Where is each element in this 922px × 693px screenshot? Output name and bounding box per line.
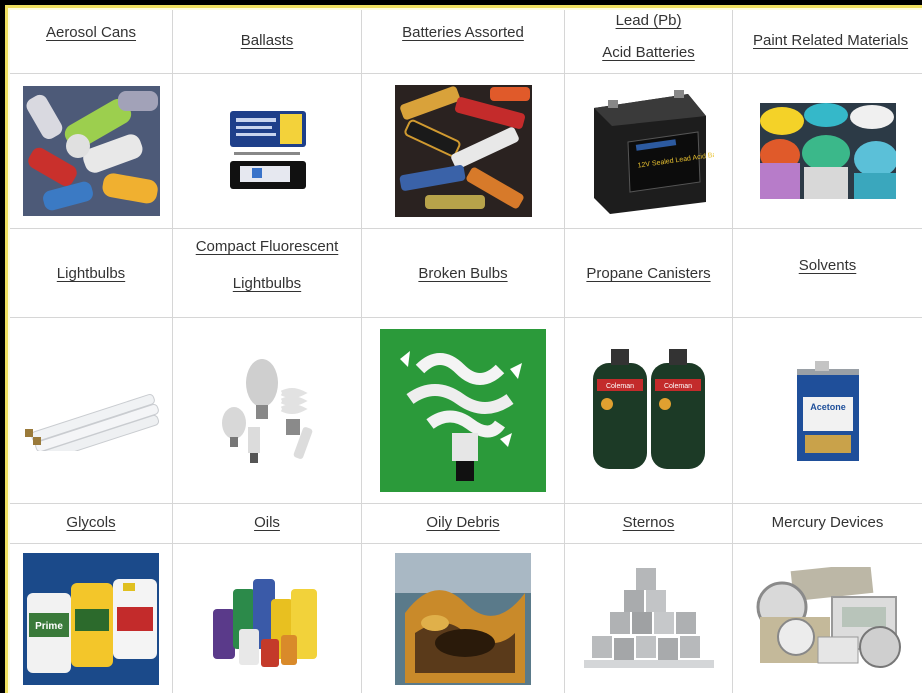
image-cell-aerosol-cans bbox=[10, 74, 173, 229]
image-cell-mercury-devices bbox=[733, 544, 922, 693]
link-compact-fluorescent-line1[interactable]: Compact Fluorescent bbox=[196, 238, 339, 255]
label-cell-sternos: Sternos bbox=[565, 504, 733, 544]
link-batteries-assorted[interactable]: Batteries Assorted bbox=[402, 24, 524, 41]
link-paint-related-materials[interactable]: Paint Related Materials bbox=[753, 32, 908, 49]
label-cell-paint-related-materials: Paint Related Materials bbox=[733, 10, 922, 74]
image-cell-oils bbox=[173, 544, 362, 693]
label-cell-oils: Oils bbox=[173, 504, 362, 544]
link-propane-canisters[interactable]: Propane Canisters bbox=[586, 265, 710, 282]
image-cell-paint-related-materials bbox=[733, 74, 922, 229]
compact-fluorescent-image[interactable] bbox=[212, 353, 322, 469]
lightbulbs-image[interactable] bbox=[21, 371, 161, 451]
label-cell-broken-bulbs: Broken Bulbs bbox=[362, 229, 565, 318]
link-solvents[interactable]: Solvents bbox=[799, 257, 857, 274]
link-ballasts[interactable]: Ballasts bbox=[241, 32, 294, 49]
ballasts-image[interactable] bbox=[222, 106, 312, 196]
svg-text:Acetone: Acetone bbox=[810, 402, 846, 412]
image-cell-glycols: Prime bbox=[10, 544, 173, 693]
label-cell-solvents: Solvents bbox=[733, 229, 922, 318]
image-cell-broken-bulbs bbox=[362, 318, 565, 504]
label-cell-lead-acid-batteries: Lead (Pb) Acid Batteries bbox=[565, 10, 733, 74]
link-lightbulbs[interactable]: Lightbulbs bbox=[57, 265, 125, 282]
sternos-image[interactable] bbox=[583, 564, 714, 674]
label-cell-aerosol-cans: Aerosol Cans bbox=[10, 10, 173, 74]
aerosol-cans-image[interactable] bbox=[22, 86, 160, 216]
label-cell-mercury-devices: Mercury Devices bbox=[733, 504, 922, 544]
link-lead-acid-line1[interactable]: Lead (Pb) bbox=[616, 12, 682, 29]
link-oils[interactable]: Oils bbox=[254, 514, 280, 531]
link-aerosol-cans[interactable]: Aerosol Cans bbox=[46, 24, 136, 41]
link-lead-acid-line2[interactable]: Acid Batteries bbox=[602, 44, 695, 61]
hazardous-waste-grid: Aerosol Cans Ballasts Batteries Assorted… bbox=[10, 10, 922, 693]
oily-debris-image[interactable] bbox=[395, 552, 531, 685]
label-cell-propane-canisters: Propane Canisters bbox=[565, 229, 733, 318]
link-broken-bulbs[interactable]: Broken Bulbs bbox=[418, 265, 507, 282]
svg-text:Coleman: Coleman bbox=[663, 383, 691, 390]
svg-text:Coleman: Coleman bbox=[605, 383, 633, 390]
image-cell-propane-canisters: Coleman Coleman bbox=[565, 318, 733, 504]
label-cell-lightbulbs: Lightbulbs bbox=[10, 229, 173, 318]
oils-image[interactable] bbox=[211, 569, 323, 669]
label-cell-glycols: Glycols bbox=[10, 504, 173, 544]
label-cell-compact-fluorescent: Compact Fluorescent Lightbulbs bbox=[173, 229, 362, 318]
paint-materials-image[interactable] bbox=[759, 103, 896, 199]
label-cell-ballasts: Ballasts bbox=[173, 10, 362, 74]
link-oily-debris[interactable]: Oily Debris bbox=[426, 514, 499, 531]
lead-acid-battery-image[interactable]: 12V Sealed Lead Acid Battery bbox=[584, 86, 714, 216]
acetone-can-image[interactable]: Acetone bbox=[795, 359, 861, 463]
image-cell-solvents: Acetone bbox=[733, 318, 922, 504]
propane-canisters-image[interactable]: Coleman Coleman bbox=[587, 348, 711, 473]
label-cell-batteries-assorted: Batteries Assorted bbox=[362, 10, 565, 74]
link-sternos[interactable]: Sternos bbox=[623, 514, 675, 531]
batteries-assorted-image[interactable] bbox=[394, 85, 532, 217]
image-cell-lead-acid-batteries: 12V Sealed Lead Acid Battery bbox=[565, 74, 733, 229]
glycols-image[interactable]: Prime bbox=[23, 552, 159, 685]
image-cell-lightbulbs bbox=[10, 318, 173, 504]
link-glycols[interactable]: Glycols bbox=[66, 514, 115, 531]
image-cell-oily-debris bbox=[362, 544, 565, 693]
image-cell-batteries-assorted bbox=[362, 74, 565, 229]
link-compact-fluorescent-line2[interactable]: Lightbulbs bbox=[233, 275, 301, 292]
image-cell-compact-fluorescent bbox=[173, 318, 362, 504]
broken-bulbs-image[interactable] bbox=[380, 329, 546, 492]
label-cell-oily-debris: Oily Debris bbox=[362, 504, 565, 544]
mercury-devices-label: Mercury Devices bbox=[771, 514, 884, 531]
image-cell-ballasts bbox=[173, 74, 362, 229]
svg-text:Prime: Prime bbox=[35, 621, 63, 632]
mercury-devices-image[interactable] bbox=[752, 566, 904, 671]
image-cell-sternos bbox=[565, 544, 733, 693]
